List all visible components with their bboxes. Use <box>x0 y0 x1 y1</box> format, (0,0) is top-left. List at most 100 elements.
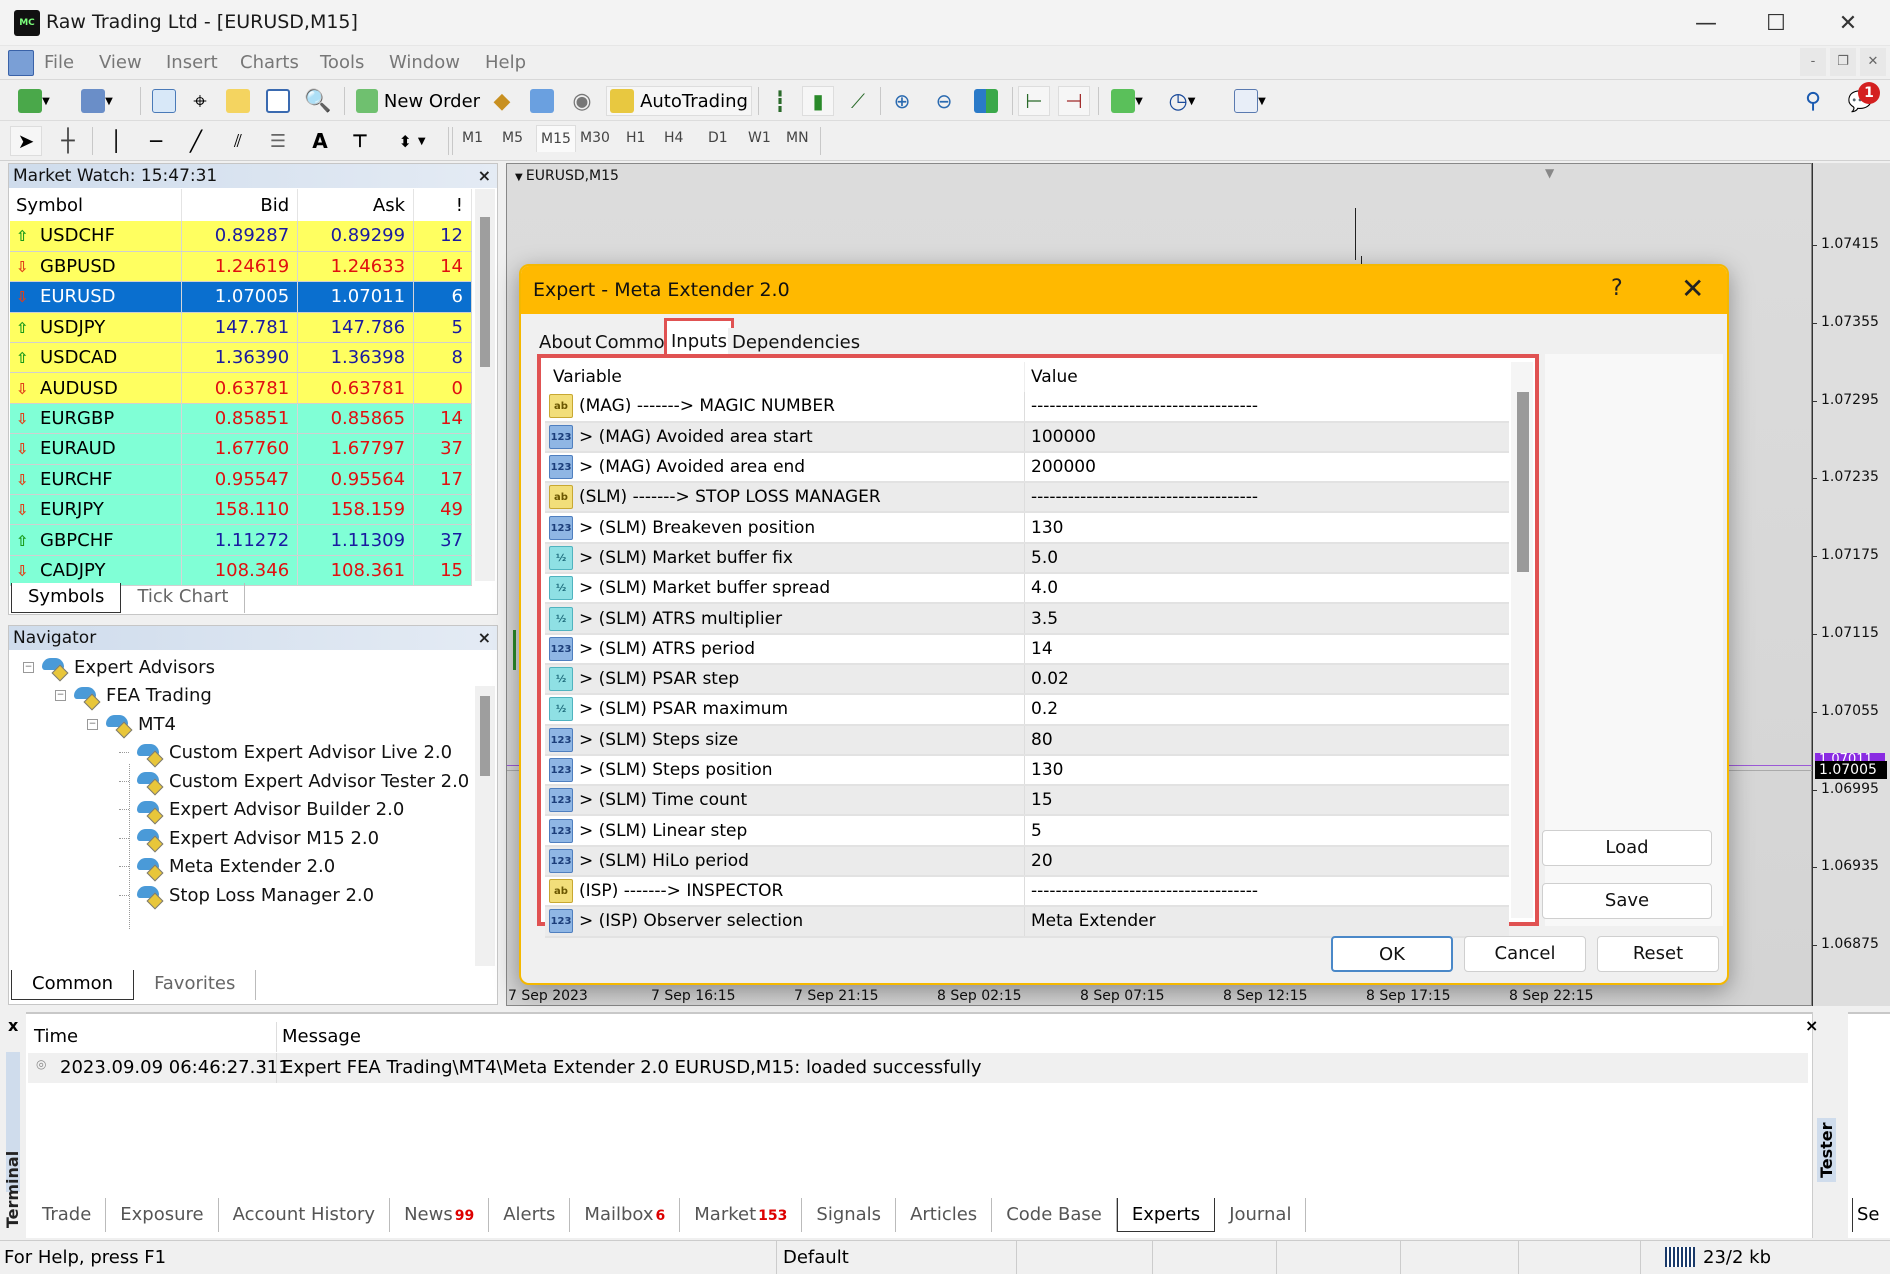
input-row[interactable]: ½ > (SLM) PSAR maximum 0.2 <box>545 695 1509 726</box>
value-cell[interactable]: 20 <box>1025 851 1509 871</box>
candlestick-button[interactable]: ▮ <box>802 86 834 116</box>
navigator-tree-item[interactable]: − MT4 <box>87 713 176 735</box>
timeframe-mn[interactable]: MN <box>786 130 809 146</box>
column-symbol[interactable]: Symbol <box>10 189 183 221</box>
terminal-button[interactable] <box>262 86 294 116</box>
zoom-in-button[interactable]: ⊕ <box>886 86 918 116</box>
navigator-tree-item[interactable]: Custom Expert Advisor Live 2.0 <box>119 742 452 764</box>
menu-view[interactable]: View <box>99 52 142 73</box>
menu-tools[interactable]: Tools <box>320 52 364 73</box>
navigator-close-button[interactable]: × <box>478 626 491 650</box>
search-button[interactable]: ⚲ <box>1798 86 1828 116</box>
ok-button[interactable]: OK <box>1331 936 1453 972</box>
indicators-button[interactable]: ▼ <box>1104 86 1150 116</box>
market-watch-row[interactable]: ⇩ GBPUSD 1.24619 1.24633 14 <box>10 251 472 283</box>
timeframe-h4[interactable]: H4 <box>664 130 683 146</box>
terminal-close-button[interactable]: x <box>8 1016 18 1035</box>
autoscroll-button[interactable]: ⊣ <box>1058 86 1090 116</box>
value-cell[interactable]: ------------------------------------- <box>1025 487 1509 507</box>
column-bid[interactable]: Bid <box>181 189 299 221</box>
tab-common[interactable]: Common <box>11 970 135 1000</box>
navigator-tree-item[interactable]: Expert Advisor Builder 2.0 <box>119 799 404 821</box>
terminal-tab-market[interactable]: Market 153 <box>680 1198 803 1232</box>
strategy-tester-button[interactable]: 🔍 <box>302 86 334 116</box>
tile-windows-button[interactable] <box>970 86 1002 116</box>
timeframe-m15[interactable]: M15 <box>536 125 576 152</box>
timeframe-m5[interactable]: M5 <box>502 130 523 146</box>
collapse-icon[interactable]: − <box>87 718 98 730</box>
column-message[interactable]: Message <box>282 1026 361 1047</box>
market-watch-row[interactable]: ⇧ USDCHF 0.89287 0.89299 12 <box>10 221 472 252</box>
terminal-tab-alerts[interactable]: Alerts <box>489 1198 571 1232</box>
column-time[interactable]: Time <box>34 1026 78 1047</box>
collapse-icon[interactable]: − <box>23 661 34 673</box>
input-row[interactable]: ½ > (SLM) Market buffer spread 4.0 <box>545 574 1509 605</box>
tab-symbols[interactable]: Symbols <box>11 583 122 613</box>
timeframe-d1[interactable]: D1 <box>708 130 728 146</box>
value-cell[interactable]: Meta Extender <box>1025 911 1509 931</box>
value-cell[interactable]: ------------------------------------- <box>1025 881 1509 901</box>
tester-close-button[interactable]: × <box>1805 1016 1818 1035</box>
fibonacci-button[interactable]: ☰ <box>262 126 294 156</box>
input-row[interactable]: 123 > (SLM) Linear step 5 <box>545 816 1509 847</box>
terminal-tab-signals[interactable]: Signals <box>802 1198 897 1232</box>
market-watch-row[interactable]: ⇩ EURUSD 1.07005 1.07011 6 <box>10 281 472 313</box>
mdi-close-button[interactable]: ✕ <box>1860 48 1886 76</box>
timeframe-m30[interactable]: M30 <box>580 130 610 146</box>
menu-charts[interactable]: Charts <box>240 52 299 73</box>
text-button[interactable]: A <box>306 126 334 156</box>
menu-file[interactable]: File <box>44 52 74 73</box>
data-window-button[interactable]: ⌖ <box>184 86 216 116</box>
column-value[interactable]: Value <box>1025 367 1509 387</box>
value-cell[interactable]: 5.0 <box>1025 548 1509 568</box>
terminal-tab-exposure[interactable]: Exposure <box>106 1198 219 1232</box>
terminal-tab-articles[interactable]: Articles <box>896 1198 993 1232</box>
input-row[interactable]: 123 > (SLM) ATRS period 14 <box>545 634 1509 665</box>
value-cell[interactable]: 5 <box>1025 821 1509 841</box>
terminal-tab-account-history[interactable]: Account History <box>219 1198 391 1232</box>
load-button[interactable]: Load <box>1542 830 1712 866</box>
value-cell[interactable]: 15 <box>1025 790 1509 810</box>
input-row[interactable]: ab (ISP) -------> INSPECTOR --------------… <box>545 877 1509 908</box>
market-watch-row[interactable]: ⇩ AUDUSD 0.63781 0.63781 0 <box>10 372 472 404</box>
value-cell[interactable]: 80 <box>1025 730 1509 750</box>
input-row[interactable]: 123 > (SLM) Breakeven position 130 <box>545 513 1509 544</box>
market-watch-row[interactable]: ⇩ EURGBP 0.85851 0.85865 14 <box>10 403 472 435</box>
periods-button[interactable]: ◷ ▼ <box>1158 86 1206 116</box>
terminal-tab-experts[interactable]: Experts <box>1116 1198 1216 1232</box>
value-cell[interactable]: 0.2 <box>1025 699 1509 719</box>
cancel-button[interactable]: Cancel <box>1464 936 1586 972</box>
input-row[interactable]: 123 > (SLM) Steps size 80 <box>545 725 1509 756</box>
horizontal-line-button[interactable]: ─ <box>140 126 172 156</box>
metaeditor-button[interactable]: ◆ <box>486 86 518 116</box>
navigator-button[interactable] <box>222 86 254 116</box>
line-chart-button[interactable]: ⟋ <box>842 86 874 116</box>
terminal-tab-journal[interactable]: Journal <box>1215 1198 1307 1232</box>
input-row[interactable]: ½ > (SLM) ATRS multiplier 3.5 <box>545 604 1509 635</box>
value-cell[interactable]: 0.02 <box>1025 669 1509 689</box>
market-watch-row[interactable]: ⇩ CADJPY 108.346 108.361 15 <box>10 555 472 587</box>
tester-tab-settings[interactable]: Se <box>1852 1198 1884 1232</box>
market-watch-row[interactable]: ⇧ USDJPY 147.781 147.786 5 <box>10 312 472 344</box>
inputs-scrollbar[interactable] <box>1511 362 1533 918</box>
input-row[interactable]: ½ > (SLM) PSAR step 0.02 <box>545 664 1509 696</box>
help-button[interactable]: ? <box>1611 276 1623 301</box>
market-watch-scroll-thumb[interactable] <box>480 217 490 367</box>
navigator-tree-item[interactable]: Stop Loss Manager 2.0 <box>119 884 374 906</box>
market-watch-row[interactable]: ⇧ USDCAD 1.36390 1.36398 8 <box>10 342 472 374</box>
market-watch-close-button[interactable]: × <box>478 164 491 188</box>
navigator-scroll-thumb[interactable] <box>480 696 490 776</box>
dialog-close-button[interactable]: ✕ <box>1681 272 1704 305</box>
collapse-icon[interactable]: − <box>55 690 66 701</box>
menu-help[interactable]: Help <box>485 52 526 73</box>
value-cell[interactable]: 3.5 <box>1025 609 1509 629</box>
timeframe-w1[interactable]: W1 <box>748 130 771 146</box>
cursor-button[interactable]: ➤ <box>10 126 42 156</box>
input-row[interactable]: ab (SLM) -------> STOP LOSS MANAGER ------… <box>545 483 1509 514</box>
tab-inputs[interactable]: Inputs <box>664 318 734 356</box>
input-row[interactable]: 123 > (ISP) Observer selection Meta Extend… <box>545 907 1509 938</box>
navigator-tree-item[interactable]: − FEA Trading <box>55 685 212 707</box>
input-row[interactable]: 123 > (SLM) HiLo period 20 <box>545 846 1509 878</box>
profiles-button[interactable]: ▼ <box>72 86 122 116</box>
market-watch-button[interactable] <box>148 86 180 116</box>
